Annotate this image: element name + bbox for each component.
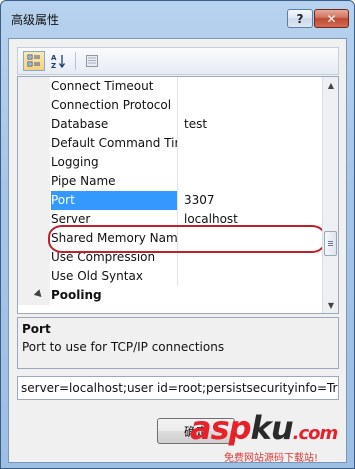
column-divider[interactable] — [177, 229, 178, 248]
property-grid-toolbar: A Z — [17, 47, 339, 75]
property-row[interactable]: Pipe Name — [18, 172, 323, 191]
property-row[interactable]: Use Compression — [18, 248, 323, 267]
property-row[interactable]: Database test — [18, 115, 323, 134]
property-grid[interactable]: Connect Timeout Connection Protocol Data… — [17, 76, 339, 314]
scroll-up-arrow-icon[interactable]: ▲ — [323, 77, 338, 93]
svg-text:Z: Z — [51, 62, 56, 69]
categorized-icon — [27, 54, 40, 67]
description-pane: Port Port to use for TCP/IP connections — [17, 317, 339, 369]
property-name: Port — [51, 193, 75, 207]
property-name: Use Compression — [51, 250, 156, 264]
property-value[interactable]: 3307 — [177, 193, 215, 207]
row-gutter — [18, 115, 50, 134]
column-divider[interactable] — [177, 134, 178, 153]
property-name: Pipe Name — [51, 174, 116, 188]
property-name: Default Command Tir — [51, 136, 177, 150]
row-gutter — [18, 210, 50, 229]
title-bar[interactable]: 高级属性 ? ✕ — [1, 1, 354, 35]
row-gutter — [18, 191, 50, 210]
property-row[interactable]: Server localhost — [18, 210, 323, 229]
row-gutter — [18, 134, 50, 153]
close-button[interactable]: ✕ — [314, 9, 349, 28]
watermark-wordmark: aspku.com — [190, 409, 339, 447]
property-name: Use Old Syntax — [51, 269, 143, 283]
toolbar-separator — [75, 52, 76, 70]
watermark-logo: aspku.com 免费网站源码下载站! — [190, 405, 350, 465]
watermark-ku: ku — [250, 409, 294, 447]
dialog-client-area: A Z Connect Timeout Connection Protocol … — [8, 38, 347, 463]
column-divider[interactable] — [177, 96, 178, 115]
property-row[interactable]: Logging — [18, 153, 323, 172]
column-divider[interactable] — [177, 153, 178, 172]
row-gutter — [18, 248, 50, 267]
property-row[interactable]: Connect Timeout — [18, 77, 323, 96]
thumb-grip-line — [328, 241, 333, 242]
row-gutter — [18, 77, 50, 96]
property-name: Connection Protocol — [51, 98, 172, 112]
property-pages-button[interactable] — [81, 51, 103, 71]
property-row[interactable]: Connection Protocol — [18, 96, 323, 115]
categorized-view-button[interactable] — [23, 51, 45, 71]
row-gutter — [18, 153, 50, 172]
scroll-down-arrow-icon[interactable]: ▼ — [323, 297, 338, 313]
column-divider[interactable] — [177, 248, 178, 267]
window-title: 高级属性 — [11, 13, 60, 27]
property-value[interactable]: test — [177, 117, 207, 131]
watermark-subtitle: 免费网站源码下载站! — [224, 453, 319, 464]
description-text: Port to use for TCP/IP connections — [22, 340, 225, 354]
row-gutter — [18, 96, 50, 115]
row-gutter — [18, 267, 50, 286]
column-divider[interactable] — [177, 267, 178, 286]
category-name: Pooling — [51, 288, 102, 302]
column-divider[interactable] — [177, 77, 178, 96]
property-name: Server — [51, 212, 91, 226]
property-row[interactable]: Default Command Tir — [18, 134, 323, 153]
row-gutter — [18, 172, 50, 191]
connection-string-field[interactable]: server=localhost;user id=root;persistsec… — [17, 376, 339, 400]
property-row-selected[interactable]: Port 3307 — [18, 191, 323, 210]
property-pages-icon — [86, 55, 98, 67]
property-row[interactable]: Shared Memory Nam — [18, 229, 323, 248]
row-gutter — [18, 229, 50, 248]
column-divider[interactable] — [177, 172, 178, 191]
sort-alphabetical-icon: A Z — [51, 54, 66, 69]
watermark-com: .com — [292, 423, 339, 444]
thumb-grip-line — [328, 243, 333, 244]
property-row[interactable]: Use Old Syntax — [18, 267, 323, 286]
alphabetical-view-button[interactable]: A Z — [48, 51, 70, 71]
help-button[interactable]: ? — [287, 9, 313, 28]
watermark-asp: asp — [190, 409, 252, 447]
property-value[interactable]: localhost — [177, 212, 238, 226]
thumb-grip-line — [328, 245, 333, 246]
property-name: Shared Memory Nam — [51, 231, 177, 245]
property-name: Logging — [51, 155, 99, 169]
category-row-pooling[interactable]: Pooling — [18, 286, 323, 305]
vertical-scrollbar[interactable]: ▲ ▼ — [322, 77, 338, 313]
description-title: Port — [22, 322, 51, 336]
scroll-thumb[interactable] — [324, 231, 337, 256]
svg-text:A: A — [51, 54, 57, 62]
property-name: Database — [51, 117, 109, 131]
property-name: Connect Timeout — [51, 79, 154, 93]
dialog-window: 高级属性 ? ✕ A Z Connect Timeout Connection … — [0, 0, 355, 469]
